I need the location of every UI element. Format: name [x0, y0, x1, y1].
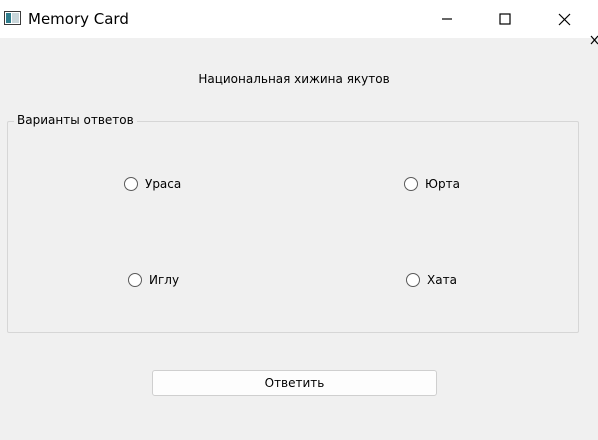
answer-option-label: Хата — [427, 273, 457, 287]
answer-option-3[interactable]: Иглу — [128, 270, 179, 290]
window-title: Memory Card — [28, 10, 129, 28]
close-button[interactable] — [541, 0, 587, 38]
answer-option-1[interactable]: Ураса — [124, 174, 181, 194]
answer-option-label: Ураса — [145, 177, 182, 191]
maximize-button[interactable] — [482, 0, 528, 38]
answer-option-2[interactable]: Юрта — [404, 174, 460, 194]
answer-option-label: Иглу — [149, 273, 180, 287]
close-icon — [558, 13, 570, 25]
minimize-button[interactable] — [424, 0, 470, 38]
maximize-icon — [499, 13, 511, 25]
app-window-icon — [4, 11, 21, 25]
title-bar[interactable]: Memory Card — [0, 0, 598, 38]
radio-icon[interactable] — [128, 273, 142, 287]
radio-icon[interactable] — [124, 177, 138, 191]
minimize-icon — [442, 18, 452, 20]
answers-group-title: Варианты ответов — [14, 112, 137, 128]
radio-icon[interactable] — [406, 273, 420, 287]
answer-button[interactable]: Ответить — [152, 370, 437, 396]
answer-option-label: Юрта — [425, 177, 460, 191]
answers-groupbox — [7, 121, 579, 333]
answer-option-4[interactable]: Хата — [406, 270, 457, 290]
app-window: Memory Card Национальная хижина якутов В… — [0, 0, 598, 440]
question-label: Национальная хижина якутов — [198, 72, 390, 86]
radio-icon[interactable] — [404, 177, 418, 191]
partial-close-icon — [590, 35, 598, 45]
